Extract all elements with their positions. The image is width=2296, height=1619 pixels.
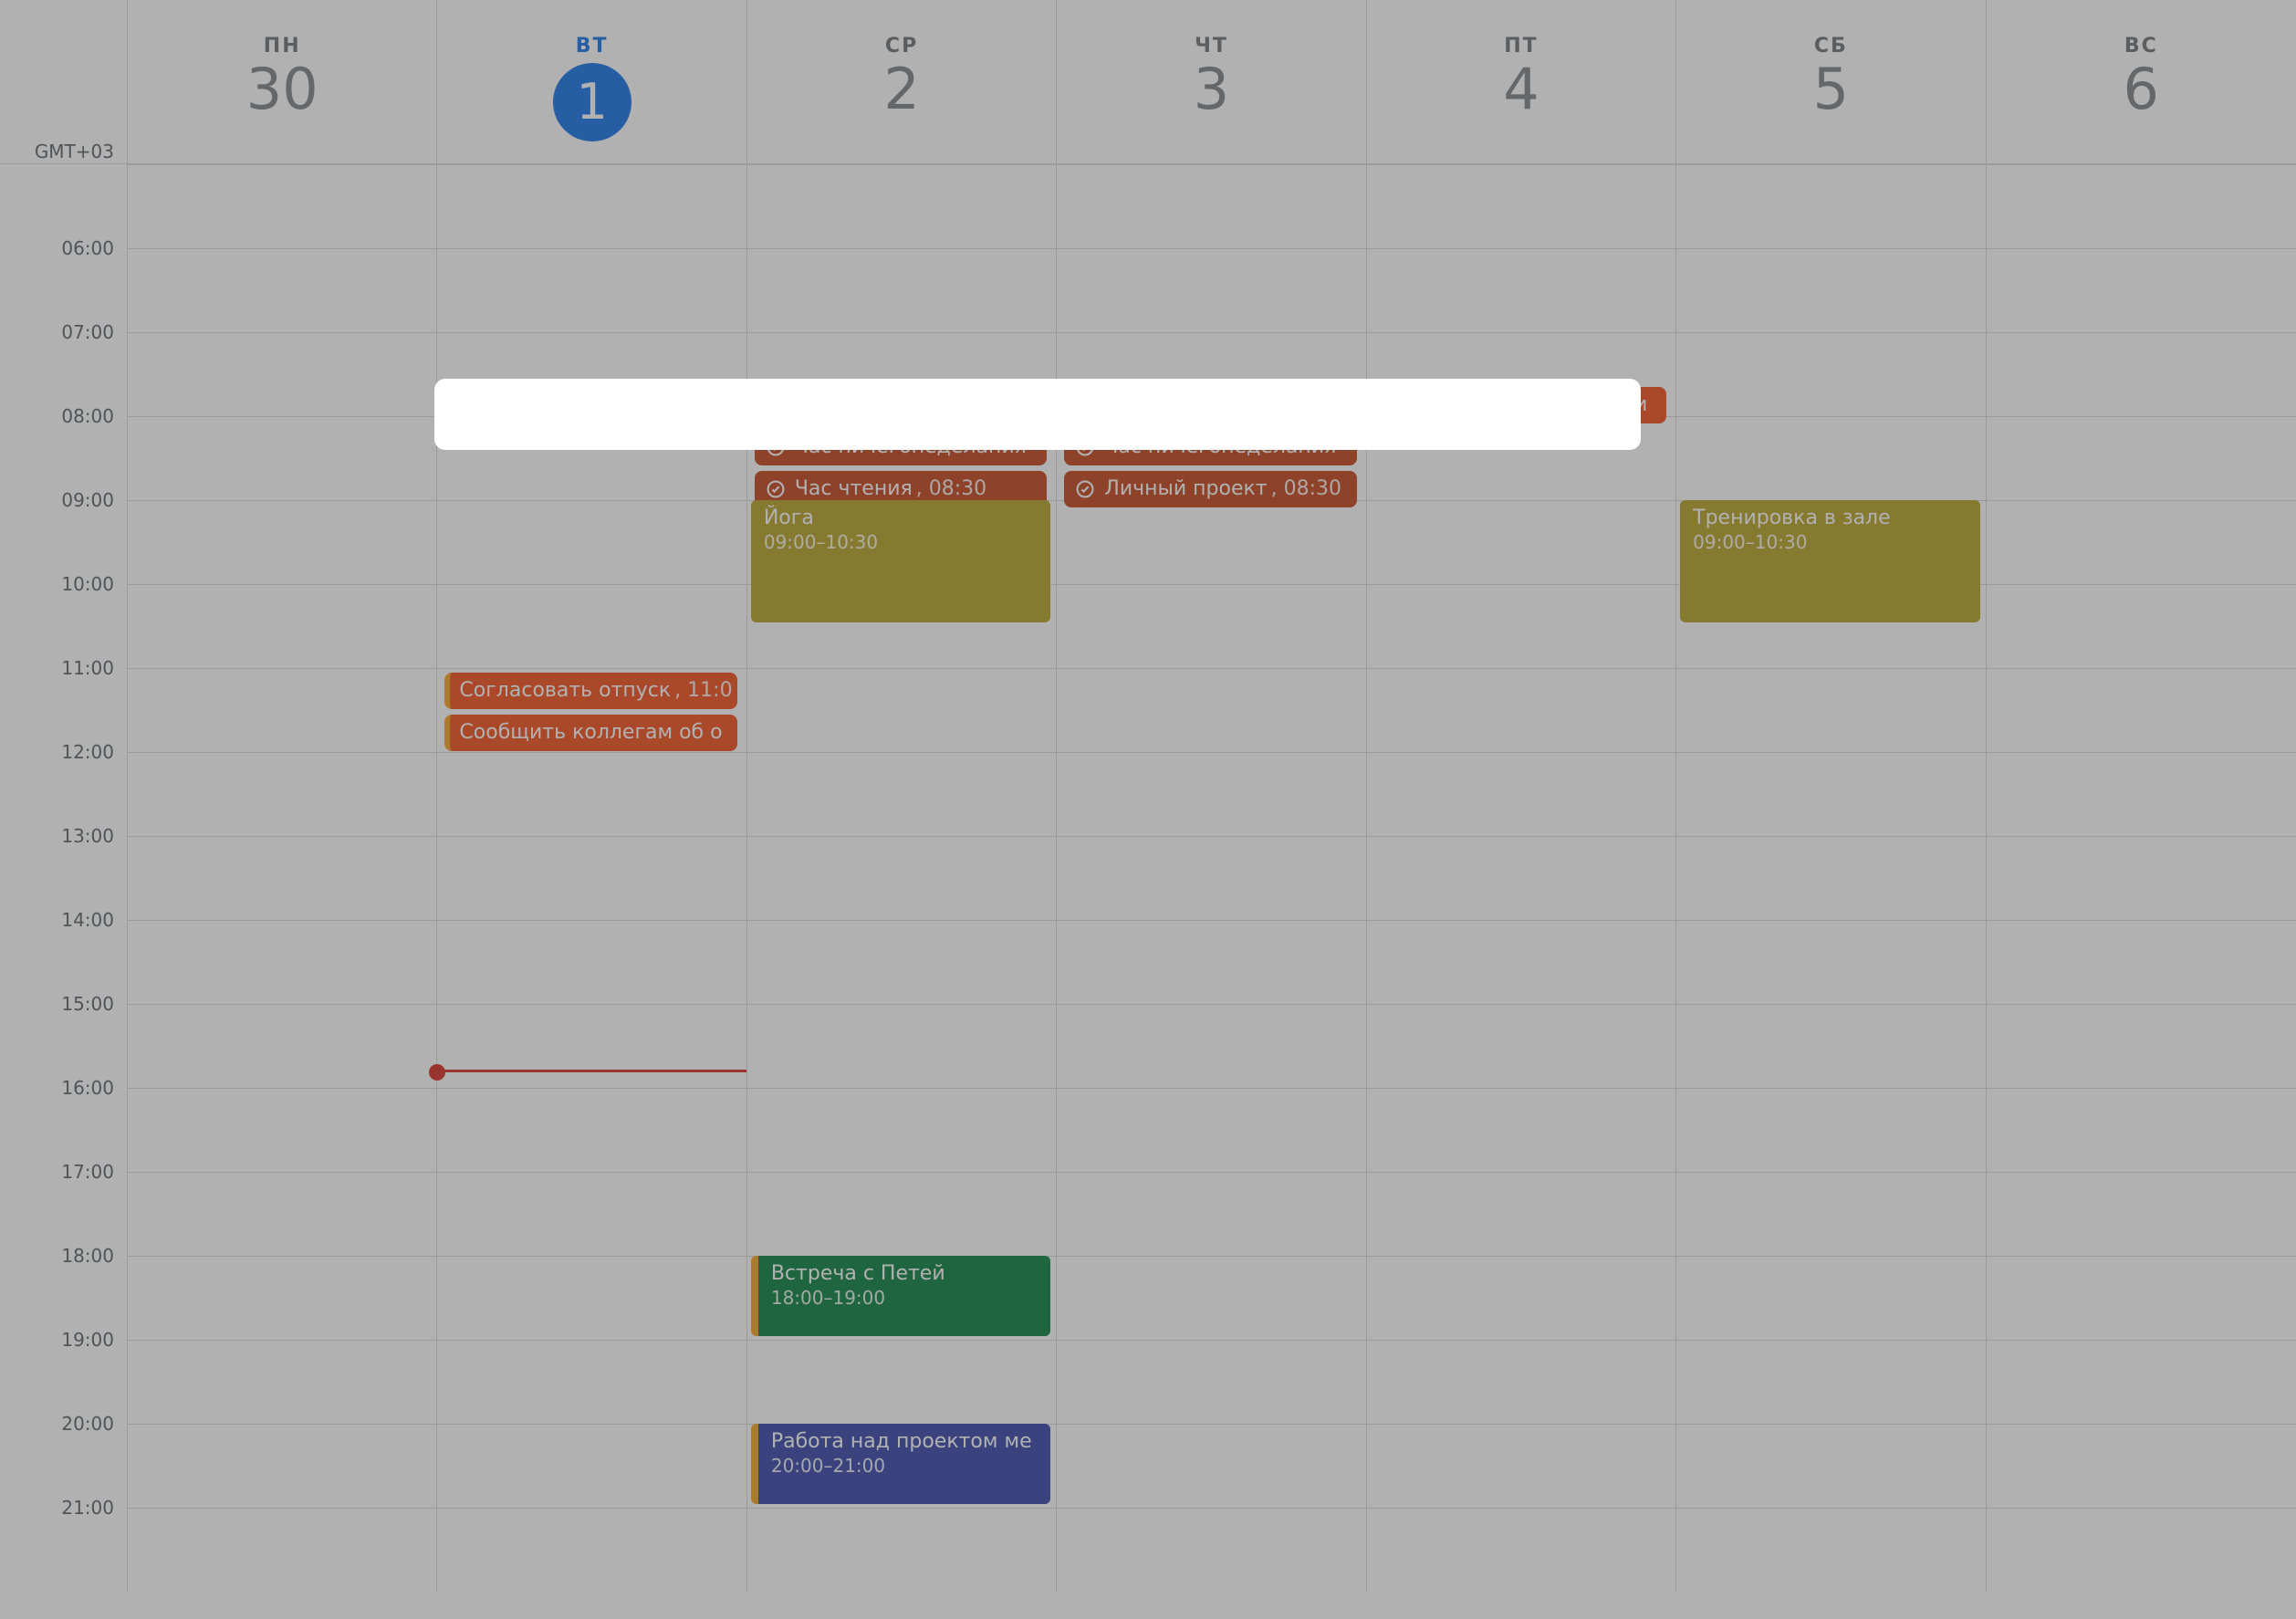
hour-label: 06:00 — [61, 237, 114, 259]
hour-gridlines — [1676, 164, 1985, 1592]
event-pill[interactable]: Согласовать отпуск, 11:0 — [444, 673, 736, 709]
hour-label: 07:00 — [61, 321, 114, 343]
hour-gridlines — [128, 164, 436, 1592]
day-header-6[interactable]: ВС 6 — [1987, 0, 2296, 163]
week-grid[interactable]: GMT+03 06:0007:0008:0009:0010:0011:0012:… — [0, 164, 2296, 1592]
day-number: 6 — [1987, 61, 2296, 118]
event-pill[interactable]: Актуальная инициати — [1374, 387, 1666, 423]
day-header-1[interactable]: ВТ 1 — [437, 0, 746, 163]
hour-gridlines — [1367, 164, 1675, 1592]
day-column-5[interactable]: Тренировка в зале 09:00–10:30 — [1676, 164, 1986, 1592]
event-time: , 08:30 — [1271, 477, 1341, 500]
timezone-label: GMT+03 — [35, 141, 114, 162]
day-number: 4 — [1367, 61, 1675, 118]
header-gutter — [0, 0, 128, 163]
hour-label: 19:00 — [61, 1329, 114, 1351]
event-title: Согласовать отпуск — [459, 679, 671, 702]
event-time: , 08:30 — [916, 477, 986, 500]
hour-gridlines — [747, 164, 1056, 1592]
event-pill[interactable]: Актуальная инициати — [1064, 387, 1356, 423]
day-number: 1 — [553, 63, 631, 141]
event-pill[interactable]: Час ничегонеделания — [755, 429, 1047, 465]
event-time: 20:00–21:00 — [771, 1455, 1041, 1478]
hour-label: 16:00 — [61, 1077, 114, 1099]
event-title: Час ничегонеделания — [1104, 435, 1336, 458]
day-number: 3 — [1057, 61, 1365, 118]
event-title: Час чтения — [795, 477, 913, 500]
hour-label: 09:00 — [61, 489, 114, 511]
event-pill[interactable]: Актуальная инициати — [755, 387, 1047, 423]
event-title: Сообщить коллегам об о — [459, 721, 722, 744]
event-time: 09:00–10:30 — [764, 531, 1041, 554]
day-of-week-label: ВС — [1987, 35, 2296, 57]
hour-gridlines — [1057, 164, 1365, 1592]
hour-gridlines — [1987, 164, 2296, 1592]
hour-label: 15:00 — [61, 993, 114, 1015]
day-column-1[interactable]: Актуальная инициати Согласовать отпуск, 1… — [437, 164, 746, 1592]
hour-label: 08:00 — [61, 405, 114, 427]
day-of-week-label: ЧТ — [1057, 35, 1365, 57]
event-title: Тренировка в зале — [1693, 506, 1970, 531]
day-column-0[interactable] — [128, 164, 437, 1592]
time-gutter: GMT+03 06:0007:0008:0009:0010:0011:0012:… — [0, 164, 128, 1592]
event-time: 09:00–10:30 — [1693, 531, 1970, 554]
day-header-0[interactable]: ПН 30 — [128, 0, 437, 163]
event-time: , 11:0 — [674, 679, 732, 702]
day-number: 2 — [747, 61, 1056, 118]
hour-label: 20:00 — [61, 1413, 114, 1435]
event-title: Йога — [764, 506, 1041, 531]
day-of-week-label: СР — [747, 35, 1056, 57]
event-block[interactable]: Тренировка в зале 09:00–10:30 — [1680, 500, 1979, 622]
hour-label: 11:00 — [61, 657, 114, 679]
hour-label: 17:00 — [61, 1161, 114, 1183]
day-number: 5 — [1676, 61, 1985, 118]
day-header-5[interactable]: СБ 5 — [1676, 0, 1986, 163]
week-header: ПН 30ВТ 1СР 2ЧТ 3ПТ 4СБ 5ВС 6 — [0, 0, 2296, 164]
event-pill[interactable]: Сообщить коллегам об о — [444, 715, 736, 751]
event-block[interactable]: Работа над проектом ме 20:00–21:00 — [751, 1424, 1050, 1504]
day-of-week-label: ПН — [128, 35, 436, 57]
event-title: Личный проект — [1104, 477, 1267, 500]
event-pill[interactable]: Час ничегонеделания — [1064, 429, 1356, 465]
event-pill[interactable]: Личный проект, 08:30 — [1064, 471, 1356, 507]
day-header-2[interactable]: СР 2 — [747, 0, 1057, 163]
hour-label: 12:00 — [61, 741, 114, 763]
day-column-3[interactable]: Актуальная инициати Час ничегонеделания … — [1057, 164, 1366, 1592]
hour-label: 18:00 — [61, 1245, 114, 1267]
day-number: 30 — [128, 61, 436, 118]
day-of-week-label: ПТ — [1367, 35, 1675, 57]
day-column-2[interactable]: Актуальная инициати Час ничегонеделания … — [747, 164, 1057, 1592]
event-title: Актуальная инициати — [795, 393, 1028, 416]
hour-label: 14:00 — [61, 909, 114, 931]
day-header-4[interactable]: ПТ 4 — [1367, 0, 1676, 163]
hour-label: 13:00 — [61, 825, 114, 847]
event-title: Час ничегонеделания — [795, 435, 1027, 458]
event-pill[interactable]: Актуальная инициати — [444, 387, 736, 423]
hour-label: 21:00 — [61, 1497, 114, 1519]
event-title: Встреча с Петей — [771, 1261, 1041, 1287]
event-title: Актуальная инициати — [1414, 393, 1648, 416]
hour-label: 10:00 — [61, 573, 114, 595]
day-header-3[interactable]: ЧТ 3 — [1057, 0, 1366, 163]
event-title: Актуальная инициати — [485, 393, 718, 416]
event-title: Актуальная инициати — [1104, 393, 1338, 416]
day-column-4[interactable]: Актуальная инициати — [1367, 164, 1676, 1592]
event-time: 18:00–19:00 — [771, 1287, 1041, 1310]
day-column-6[interactable] — [1987, 164, 2296, 1592]
day-of-week-label: ВТ — [437, 35, 746, 57]
event-block[interactable]: Йога 09:00–10:30 — [751, 500, 1050, 622]
day-of-week-label: СБ — [1676, 35, 1985, 57]
event-title: Работа над проектом ме — [771, 1429, 1041, 1455]
event-block[interactable]: Встреча с Петей 18:00–19:00 — [751, 1256, 1050, 1336]
hour-gridlines — [437, 164, 746, 1592]
